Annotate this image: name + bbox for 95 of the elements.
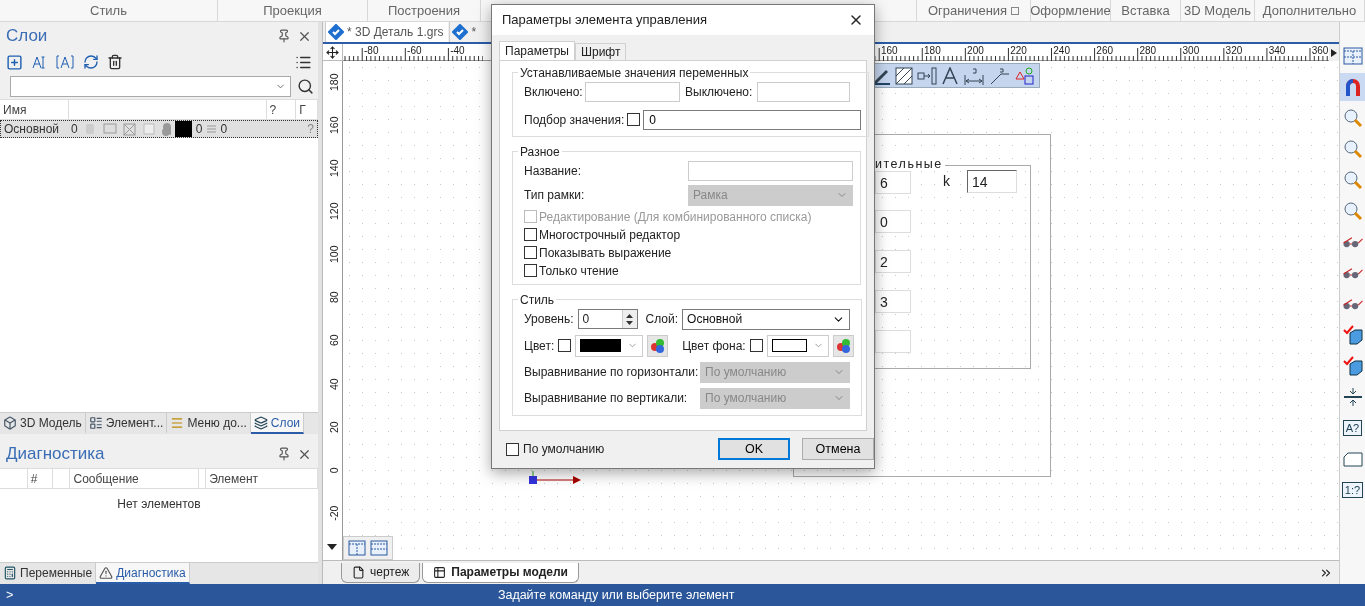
ribbon-group-label: 3D Модель [1184, 3, 1251, 18]
panel-title: Слои [6, 26, 49, 46]
ruler-label: -40 [450, 46, 465, 56]
ribbon-group-label: Дополнительно [1262, 3, 1357, 18]
ruler-label: 0 [328, 466, 340, 475]
ruler-label: 200 [967, 46, 984, 56]
field-label: Включено: [524, 84, 580, 99]
ruler-label: 280 [1139, 46, 1157, 56]
column-header[interactable]: Сообщение [70, 469, 200, 488]
column-header[interactable]: Имя [0, 100, 70, 119]
ruler-label: 180 [328, 72, 340, 93]
ruler-label: 320 [1225, 46, 1243, 56]
ruler-label: 340 [1268, 46, 1286, 56]
document-tab[interactable]: * 3D Деталь 1.grs [325, 22, 449, 42]
field-label: Слой: [645, 312, 679, 327]
ruler-label: 60 [328, 333, 340, 349]
variable-label: k [943, 173, 950, 189]
panel-tab[interactable]: Диагностика [96, 563, 190, 584]
layer-value: 0 [71, 122, 78, 136]
field-label: Название: [524, 163, 582, 178]
field-label: Тип рамки: [524, 188, 586, 203]
column-header[interactable]: ? [266, 100, 297, 119]
value-field[interactable]: 2 [875, 250, 911, 273]
cancel-button[interactable]: Отмена [802, 438, 874, 461]
field-label: Уровень: [524, 312, 574, 327]
ruler-label: -80 [364, 46, 379, 56]
field-label: Выравнивание по вертикали: [524, 391, 689, 406]
panel-tab[interactable]: Элемент... [85, 413, 168, 434]
value-field[interactable]: 6 [875, 171, 911, 194]
ribbon-group-label: Оформление [1030, 3, 1111, 18]
ruler-label: 100 [328, 244, 340, 265]
value-field[interactable]: 14 [967, 170, 1017, 193]
toolbar-button[interactable]: 1:? [1340, 476, 1365, 504]
ruler-label: 300 [1182, 46, 1200, 56]
sheet-tab[interactable]: чертеж [341, 562, 421, 583]
group-title: Устанавливаемые значения переменных [519, 65, 750, 80]
ruler-label: 80 [328, 290, 340, 306]
column-header[interactable]: # [27, 469, 53, 488]
ribbon-group-label: Стиль [90, 3, 127, 18]
group-legend: ительные [875, 157, 945, 171]
ribbon-group-label: Вставка [1121, 3, 1170, 18]
group-title: Разное [519, 144, 561, 159]
field-label: Цвет: [524, 338, 555, 353]
ruler-label: 160 [328, 115, 340, 136]
ruler-label: 40 [328, 376, 340, 392]
dialog-title: Параметры элемента управления [502, 12, 708, 28]
hint-mark: ? [307, 122, 314, 136]
field-label: Цвет фона: [682, 338, 746, 353]
ribbon-group-label: Проекция [263, 3, 322, 18]
status-message: Задайте команду или выберите элемент [497, 588, 735, 602]
ruler-label: 20 [328, 420, 340, 435]
ribbon-group-label: Ограничения [927, 3, 1008, 18]
panel-tab[interactable]: Меню до... [167, 413, 251, 434]
ruler-label: 240 [1053, 46, 1070, 56]
layer-value: 0 [220, 122, 229, 136]
panel-tab[interactable]: Слои [250, 413, 304, 434]
field-label: Выравнивание по горизонтали: [524, 365, 696, 380]
ruler-label: 260 [1096, 46, 1114, 56]
input-field[interactable]: 0 [643, 109, 862, 130]
field-label: Выключено: [685, 84, 753, 99]
column-header[interactable]: Г [296, 100, 318, 119]
panel-tab[interactable]: 3D Модель [0, 413, 86, 434]
ok-button[interactable]: OK [718, 438, 791, 461]
group-title: Стиль [519, 292, 556, 307]
ruler-label: 160 [880, 46, 898, 56]
ruler-label: 220 [1010, 46, 1027, 56]
ruler-label: 140 [328, 158, 340, 179]
checkbox-label[interactable]: Многострочный редактор [539, 227, 681, 242]
layer-row[interactable]: Основной 0 0 0 ? [0, 120, 318, 138]
ruler-label: 120 [328, 201, 340, 222]
layer-name: Основной [4, 122, 60, 136]
ruler-label: -60 [407, 46, 422, 56]
checkbox-label[interactable]: Показывать выражение [539, 245, 672, 260]
panel-title: Диагностика [6, 444, 106, 464]
command-prompt: > [6, 588, 14, 602]
layer-value: 0 [195, 122, 203, 136]
ruler-label: -20 [328, 504, 340, 523]
checkbox-label[interactable]: По умолчанию [523, 442, 605, 457]
column-header[interactable]: Элемент [206, 469, 318, 488]
ruler-label: 360 [1311, 46, 1329, 56]
value-field[interactable]: 0 [875, 210, 911, 233]
level-spinner[interactable]: 0 [577, 309, 638, 330]
layer-select[interactable]: Основной [682, 308, 851, 330]
ruler-label: 180 [924, 46, 941, 56]
toolbar-button[interactable]: A? [1340, 414, 1365, 442]
sheet-tab[interactable]: Параметры модели [422, 562, 579, 583]
ribbon-group-label: Построения [387, 3, 461, 18]
text-query-icon: A? [1342, 420, 1363, 436]
scale-query-icon: 1:? [1341, 482, 1364, 498]
value-field[interactable]: 3 [875, 290, 911, 313]
field-label: Подбор значения: [524, 112, 625, 127]
empty-message: Нет элементов [117, 497, 201, 511]
checkbox-label[interactable]: Только чтение [539, 263, 619, 278]
dialog-tab[interactable]: Шрифт [574, 42, 627, 60]
dialog-tab[interactable]: Параметры [499, 40, 575, 60]
